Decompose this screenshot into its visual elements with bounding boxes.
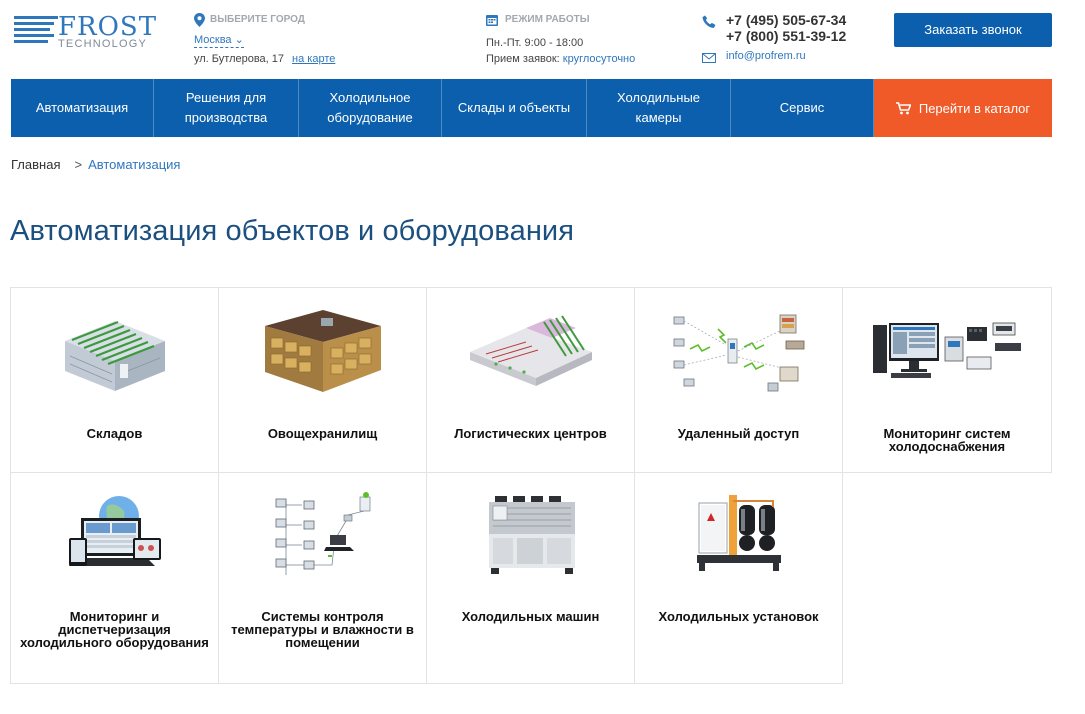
logo[interactable]: FROST TECHNOLOGY (14, 12, 158, 54)
nav-item-automation[interactable]: Автоматизация (11, 79, 154, 137)
hours-caption: РЕЖИМ РАБОТЫ (505, 14, 590, 25)
breadcrumb: Главная > Автоматизация (11, 157, 180, 172)
warehouse-racks-image (11, 296, 218, 406)
remote-access-network-image (635, 296, 842, 406)
chiller-image (427, 481, 634, 591)
orders-label: Прием заявок: (486, 53, 560, 65)
card-logistics-centers[interactable]: Логистических центров (426, 287, 635, 473)
logo-mark (14, 16, 58, 48)
nav-item-refrigeration-equipment[interactable]: Холодильное оборудование (299, 79, 442, 137)
map-link[interactable]: на карте (292, 53, 335, 65)
city-value: Москва (194, 34, 232, 46)
logo-brand: FROST (58, 12, 158, 42)
card-remote-access[interactable]: Удаленный доступ (634, 287, 843, 473)
vegetable-storage-image (219, 296, 426, 406)
devices-globe-image (11, 481, 218, 591)
card-label: Холодильных машин (461, 609, 600, 624)
city-block: ВЫБЕРИТЕ ГОРОД Москва ⌄ ул. Бутлерова, 1… (194, 13, 364, 66)
sensor-network-image (219, 481, 426, 591)
card-label: Складов (86, 426, 143, 441)
address: ул. Бутлерова, 17 на карте (194, 52, 364, 66)
card-vegetable-storage[interactable]: Овощехранилищ (218, 287, 427, 473)
nav-item-warehouses[interactable]: Склады и объекты (442, 79, 587, 137)
phone-1[interactable]: +7 (495) 505-67-34 (702, 12, 882, 28)
breadcrumb-home[interactable]: Главная (11, 157, 60, 172)
catalog-button[interactable]: Перейти в каталог (874, 79, 1052, 137)
card-label: Холодильных установок (658, 609, 819, 624)
main-nav: Автоматизация Решения для производства Х… (11, 79, 1052, 137)
city-caption: ВЫБЕРИТЕ ГОРОД (210, 14, 305, 25)
card-temperature-humidity[interactable]: Системы контроля температуры и влажности… (218, 472, 427, 684)
hours-orders: Прием заявок: круглосуточно (486, 51, 666, 67)
contacts-block: +7 (495) 505-67-34 +7 (800) 551-39-12 in… (702, 12, 882, 64)
phone-2[interactable]: +7 (800) 551-39-12 (702, 28, 882, 44)
orders-value: круглосуточно (562, 53, 636, 65)
calendar-icon (486, 15, 498, 26)
hours-block: РЕЖИМ РАБОТЫ Пн.-Пт. 9:00 - 18:00 Прием … (486, 13, 666, 67)
card-label: Мониторинг систем холодоснабжения (883, 426, 1011, 454)
mail-icon (702, 53, 716, 63)
card-refrigeration-machines[interactable]: Холодильных машин (426, 472, 635, 684)
email-link[interactable]: info@profrem.ru (702, 48, 882, 64)
city-select[interactable]: Москва ⌄ (194, 33, 244, 48)
card-label: Логистических центров (454, 426, 607, 441)
chevron-down-icon: ⌄ (234, 34, 244, 46)
logo-sub: TECHNOLOGY (58, 38, 148, 50)
address-text: ул. Бутлерова, 17 (194, 53, 285, 65)
automation-grid: Складов Овощехранилищ Логистических цент… (10, 287, 1052, 684)
card-refrigeration-units[interactable]: Холодильных установок (634, 472, 843, 684)
card-label: Овощехранилищ (267, 426, 378, 441)
location-pin-icon (194, 13, 205, 27)
card-warehouses[interactable]: Складов (10, 287, 219, 473)
refrigeration-unit-image (635, 481, 842, 591)
phone-icon (702, 15, 716, 28)
card-monitoring-systems[interactable]: Мониторинг систем холодоснабжения (842, 287, 1052, 473)
cart-icon (895, 101, 911, 114)
breadcrumb-current[interactable]: Автоматизация (88, 157, 180, 172)
callback-button[interactable]: Заказать звонок (894, 13, 1052, 47)
catalog-label: Перейти в каталог (918, 100, 1031, 116)
hours-weekdays: Пн.-Пт. 9:00 - 18:00 (486, 37, 584, 49)
card-label: Мониторинг и диспетчеризация холодильног… (20, 609, 209, 650)
nav-item-production[interactable]: Решения для производства (154, 79, 299, 137)
card-dispatching[interactable]: Мониторинг и диспетчеризация холодильног… (10, 472, 219, 684)
monitoring-computer-image (843, 296, 1051, 406)
page-title: Автоматизация объектов и оборудования (10, 215, 575, 247)
card-label: Системы контроля температуры и влажности… (231, 609, 414, 650)
logistics-center-image (427, 296, 634, 406)
breadcrumb-separator: > (74, 157, 83, 172)
nav-item-cold-rooms[interactable]: Холодильные камеры (587, 79, 731, 137)
card-label: Удаленный доступ (677, 426, 800, 441)
nav-item-service[interactable]: Сервис (731, 79, 874, 137)
